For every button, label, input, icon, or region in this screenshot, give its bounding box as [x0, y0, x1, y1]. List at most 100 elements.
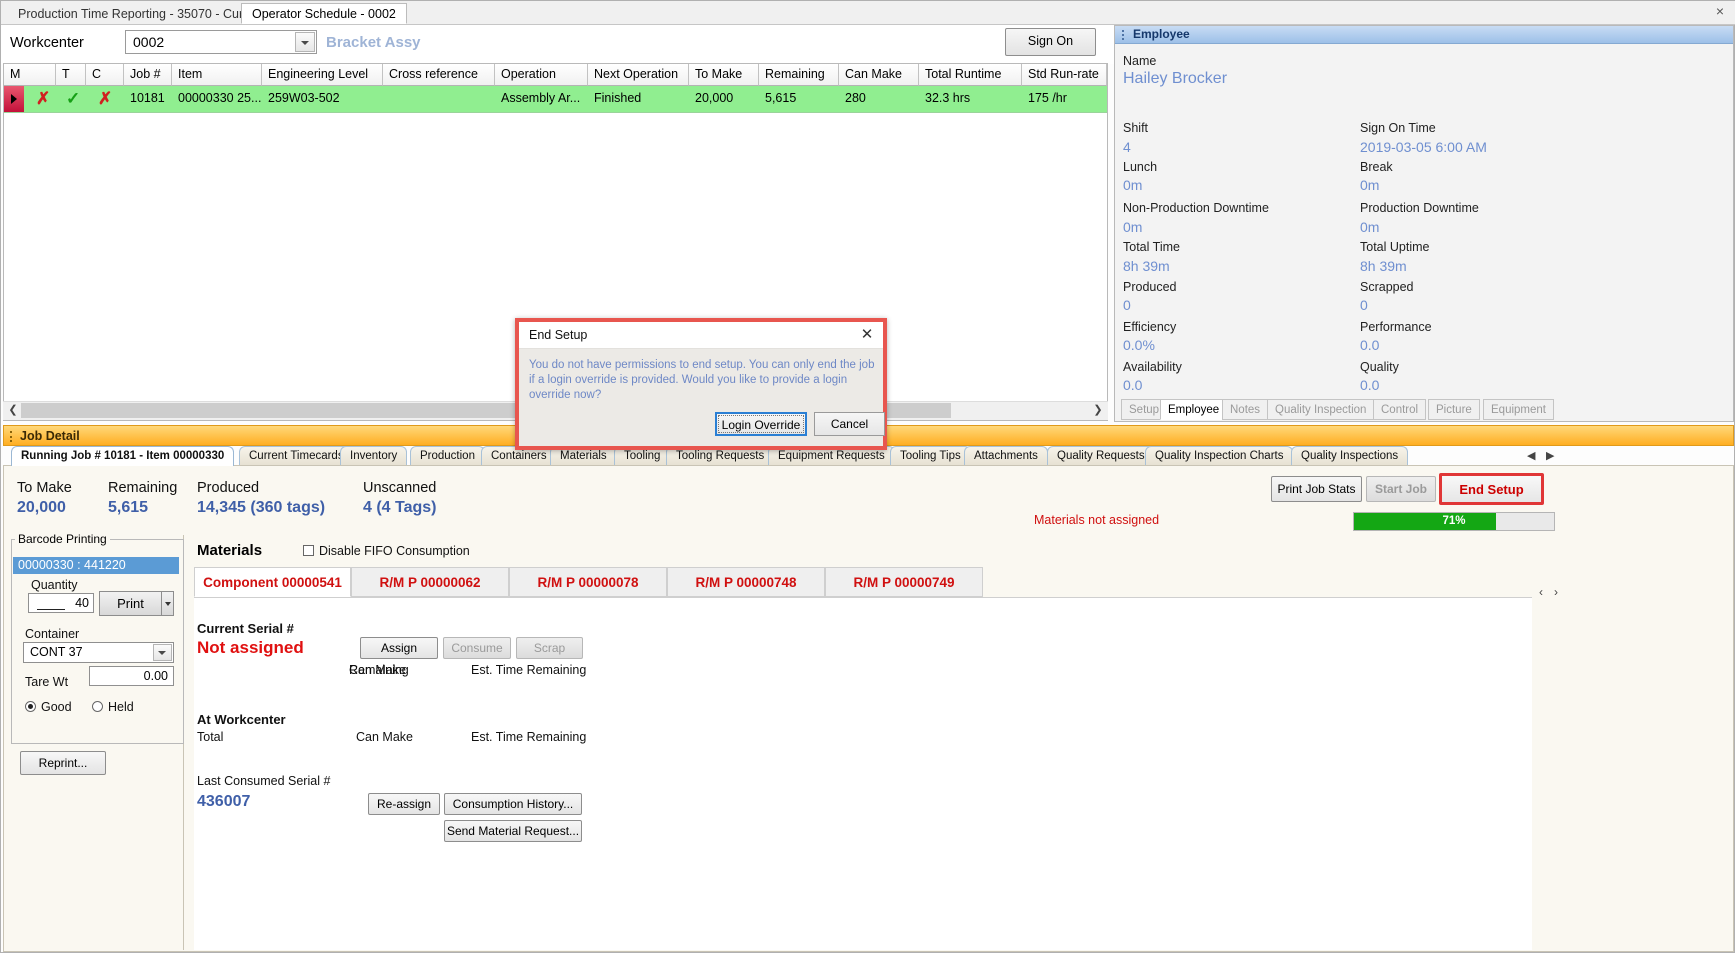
material-tab-scroll-left-icon[interactable]: ‹ [1539, 585, 1543, 599]
drag-handle-icon[interactable] [1122, 30, 1126, 40]
held-radio[interactable] [92, 701, 103, 712]
employee-availability-value: 0.0 [1123, 377, 1143, 393]
employee-signon-time-value: 2019-03-05 6:00 AM [1360, 139, 1487, 155]
grid-col-operation[interactable]: Operation [495, 64, 588, 86]
workcenter-select[interactable]: 0002 [125, 30, 317, 54]
grid-col-can-make[interactable]: Can Make [839, 64, 919, 86]
print-button[interactable]: Print [99, 591, 162, 616]
material-tab-scroll-right-icon[interactable]: › [1554, 585, 1558, 599]
employee-scrapped-value: 0 [1360, 297, 1368, 313]
reassign-button[interactable]: Re-assign [368, 793, 440, 815]
grid-col-to-make[interactable]: To Make [689, 64, 759, 86]
chevron-down-icon[interactable] [153, 644, 172, 661]
tab-quality-inspections[interactable]: Quality Inspections [1291, 446, 1409, 466]
end-setup-dialog: End Setup ✕ You do not have permissions … [515, 318, 887, 450]
grid-col-next-operation[interactable]: Next Operation [588, 64, 689, 86]
login-override-label: Login Override [718, 415, 804, 433]
grid-col-total-runtime[interactable]: Total Runtime [919, 64, 1022, 86]
tab-employee[interactable]: Employee [1160, 399, 1228, 420]
drag-handle-icon[interactable] [10, 431, 14, 442]
material-tab-rmp-00000062[interactable]: R/M P 00000062 [351, 567, 509, 597]
material-tab-rmp-00000078[interactable]: R/M P 00000078 [509, 567, 667, 597]
serial-est-time-label: Est. Time Remaining [471, 663, 587, 677]
tab-attachments[interactable]: Attachments [964, 446, 1048, 466]
grid-col-t[interactable]: T [56, 64, 86, 86]
grid-col-std-run-rate[interactable]: Std Run-rate [1022, 64, 1107, 86]
scroll-right-icon[interactable]: ❯ [1091, 404, 1105, 418]
grid-col-remaining[interactable]: Remaining [759, 64, 839, 86]
assign-button[interactable]: Assign [360, 637, 438, 659]
tab-production[interactable]: Production [410, 446, 485, 466]
employee-tab-strip: Setup Employee Notes Quality Inspection … [1116, 399, 1734, 421]
tab-tooling-tips[interactable]: Tooling Tips [890, 446, 971, 466]
tab-current-timecards[interactable]: Current Timecards [239, 446, 354, 466]
tare-weight-input[interactable]: 0.00 [89, 666, 174, 686]
tab-equipment[interactable]: Equipment [1483, 399, 1554, 420]
close-icon[interactable]: × [1713, 4, 1727, 19]
material-tab-component-00000541[interactable]: Component 00000541 [194, 567, 351, 597]
grid-col-m[interactable]: M [4, 64, 56, 86]
employee-lunch-value: 0m [1123, 177, 1143, 193]
tab-notes[interactable]: Notes [1222, 399, 1269, 420]
at-workcenter-total-label: Total [197, 730, 224, 744]
cell-t: ✓ [66, 89, 81, 108]
current-serial-label: Current Serial # [197, 621, 294, 636]
grid-col-c[interactable]: C [86, 64, 124, 86]
employee-produced-value: 0 [1123, 297, 1131, 313]
tab-scroll-right-icon[interactable]: ▶ [1546, 449, 1554, 462]
container-select[interactable]: CONT 37 [23, 642, 174, 663]
table-row[interactable]: ✗ ✓ ✗ 10181 00000330 25... 259W03-502 As… [4, 86, 1107, 113]
stat-produced-label: Produced [197, 480, 260, 496]
tab-quality-requests[interactable]: Quality Requests [1047, 446, 1155, 466]
grid-header-row: M T C Job # Item Engineering Level Cross… [4, 64, 1107, 86]
tab-scroll-left-icon[interactable]: ◀ [1527, 449, 1535, 462]
tab-inventory[interactable]: Inventory [340, 446, 408, 466]
tab-quality-inspection[interactable]: Quality Inspection [1267, 399, 1375, 420]
good-radio[interactable] [25, 701, 36, 712]
print-job-stats-button[interactable]: Print Job Stats [1271, 476, 1362, 502]
materials-title: Materials [197, 542, 263, 559]
print-dropdown-icon[interactable] [161, 591, 174, 616]
last-consumed-serial-value: 436007 [197, 793, 251, 810]
grid-col-engineering-level[interactable]: Engineering Level [262, 64, 383, 86]
progress-bar: 71% [1353, 512, 1555, 531]
container-value: CONT 37 [30, 645, 83, 659]
at-workcenter-label: At Workcenter [197, 712, 286, 727]
end-setup-button[interactable]: End Setup [1439, 473, 1544, 505]
reprint-button[interactable]: Reprint... [20, 751, 106, 775]
tab-picture[interactable]: Picture [1428, 399, 1480, 420]
cell-std-run-rate: 175 /hr [1028, 91, 1067, 105]
cancel-button[interactable]: Cancel [814, 412, 885, 436]
employee-nonprod-downtime-label: Non-Production Downtime [1123, 201, 1269, 215]
consumption-history-button[interactable]: Consumption History... [444, 793, 582, 815]
grid-col-cross-reference[interactable]: Cross reference [383, 64, 495, 86]
last-consumed-serial-label: Last Consumed Serial # [197, 774, 331, 788]
job-detail-title: Job Detail [20, 429, 80, 443]
employee-prod-downtime-label: Production Downtime [1360, 201, 1479, 215]
tab-quality-inspection-charts[interactable]: Quality Inspection Charts [1145, 446, 1294, 466]
login-override-button[interactable]: Login Override [715, 412, 807, 436]
send-material-request-button[interactable]: Send Material Request... [444, 820, 582, 842]
tab-control[interactable]: Control [1373, 399, 1427, 420]
employee-performance-label: Performance [1360, 320, 1432, 334]
barcode-item-header: 00000330 : 441220 [13, 557, 179, 574]
close-icon[interactable]: ✕ [858, 326, 876, 344]
employee-shift-value: 4 [1123, 139, 1131, 155]
tab-running-job[interactable]: Running Job # 10181 - Item 00000330 [11, 446, 235, 466]
row-selector-icon [4, 86, 24, 112]
window-tab-production-time-reporting[interactable]: Production Time Reporting - 35070 - Curr… [7, 3, 276, 24]
quantity-input[interactable]: 40 [28, 593, 94, 613]
sign-on-button[interactable]: Sign On [1005, 28, 1096, 56]
scroll-left-icon[interactable]: ❮ [6, 404, 20, 418]
cell-remaining: 5,615 [765, 91, 797, 105]
grid-col-job[interactable]: Job # [124, 64, 172, 86]
grid-col-item[interactable]: Item [172, 64, 262, 86]
material-tab-rmp-00000749[interactable]: R/M P 00000749 [825, 567, 983, 597]
window-tab-operator-schedule[interactable]: Operator Schedule - 0002 [241, 3, 407, 24]
cell-total-runtime: 32.3 hrs [925, 91, 971, 105]
employee-lunch-label: Lunch [1123, 160, 1158, 174]
disable-fifo-checkbox[interactable] [303, 545, 314, 556]
chevron-down-icon[interactable] [295, 32, 315, 52]
tare-weight-label: Tare Wt [25, 675, 69, 689]
material-tab-rmp-00000748[interactable]: R/M P 00000748 [667, 567, 825, 597]
